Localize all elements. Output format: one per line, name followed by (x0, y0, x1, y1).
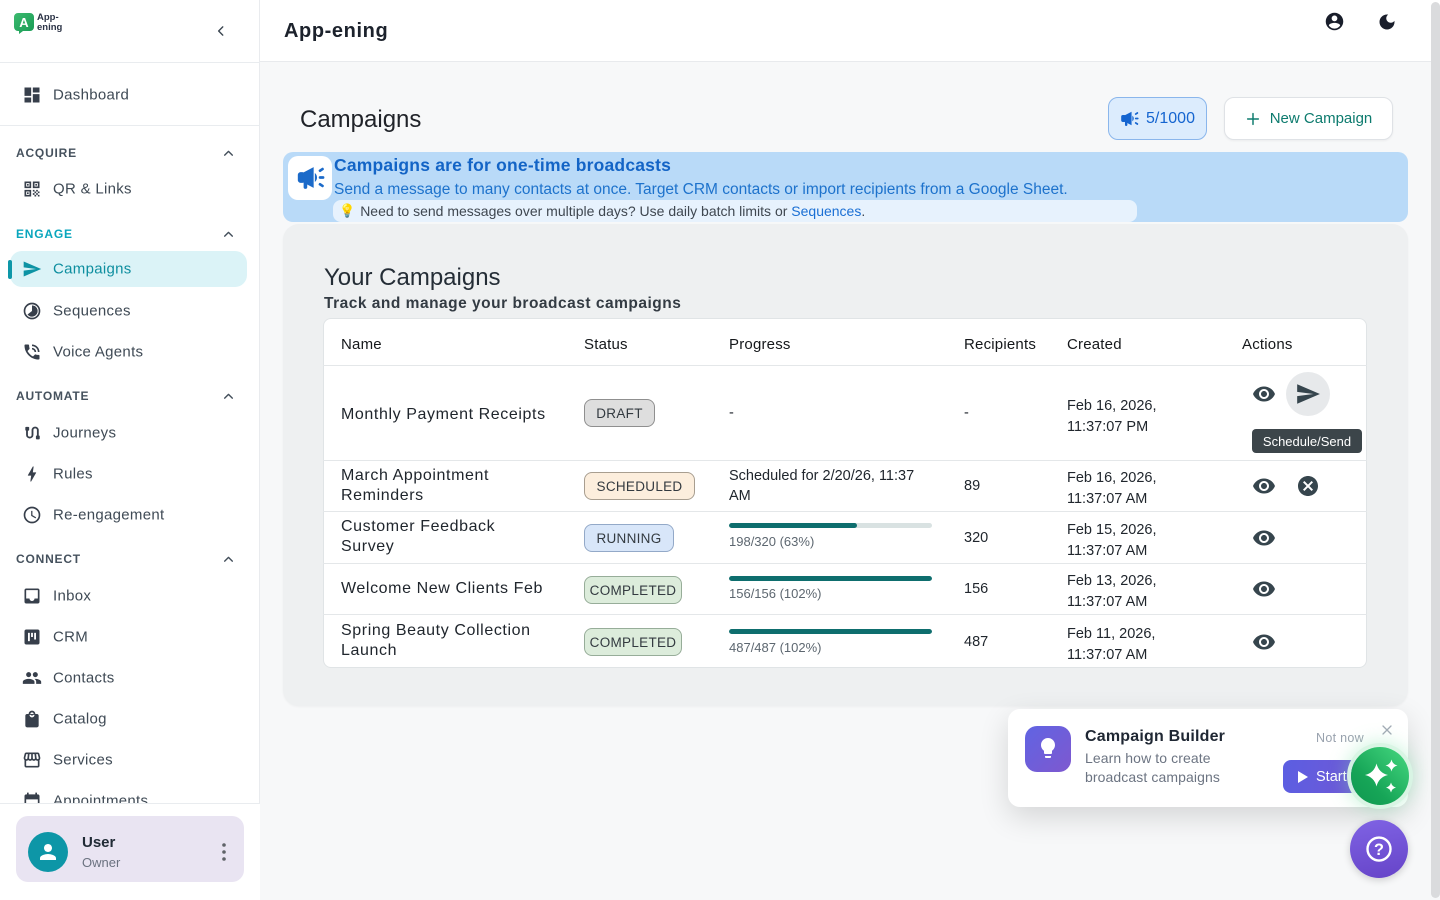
svg-text:?: ? (1374, 841, 1384, 859)
svg-text:A: A (19, 15, 29, 30)
